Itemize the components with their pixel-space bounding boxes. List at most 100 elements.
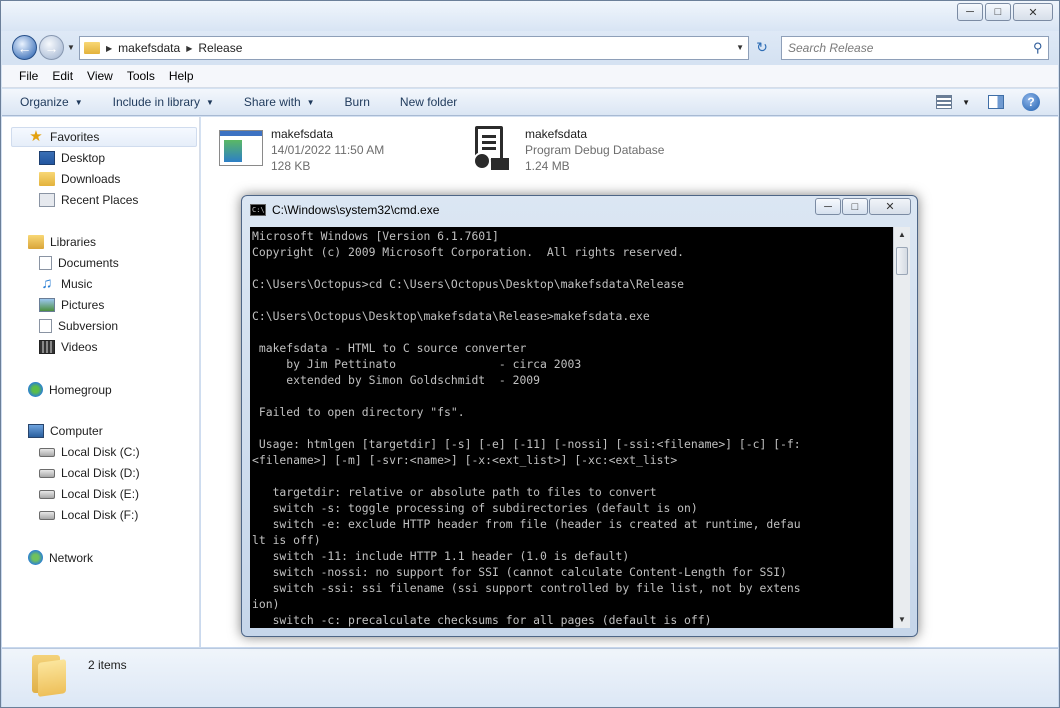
cmd-close-button[interactable]: ✕	[869, 198, 911, 215]
nav-label: Favorites	[50, 130, 100, 144]
nav-computer[interactable]: Computer	[28, 424, 103, 438]
burn-button[interactable]: Burn	[345, 95, 370, 109]
item-count: 2 items	[88, 658, 127, 672]
cmd-maximize-button[interactable]: □	[842, 198, 868, 215]
search-icon[interactable]: ⚲	[1033, 40, 1054, 56]
computer-icon	[28, 424, 44, 438]
desktop-icon	[39, 151, 55, 165]
nav-label: Libraries	[50, 235, 97, 249]
nav-documents[interactable]: Documents	[39, 256, 119, 270]
navigation-pane: ★ Favorites Desktop Downloads Recent Plac…	[2, 117, 200, 647]
breadcrumb-makefsdata[interactable]: makefsdata	[118, 41, 180, 55]
chevron-right-icon[interactable]: ▶	[186, 44, 192, 53]
nav-libraries[interactable]: Libraries	[28, 235, 96, 249]
nav-pictures[interactable]: Pictures	[39, 298, 104, 312]
view-icon	[936, 95, 953, 109]
downloads-icon	[39, 172, 55, 186]
close-button[interactable]: ✕	[1013, 3, 1053, 21]
new-folder-button[interactable]: New folder	[400, 95, 457, 109]
file-name: makefsdata	[271, 127, 334, 141]
nav-label: Local Disk (F:)	[61, 508, 139, 522]
address-row: ← → ▼ ▶ makefsdata ▶ Release ▼ ↻ Search …	[1, 32, 1059, 64]
music-icon: ♫	[41, 275, 53, 292]
nav-downloads[interactable]: Downloads	[39, 172, 120, 186]
chevron-down-icon[interactable]: ▼	[736, 43, 744, 52]
organize-button[interactable]: Organize ▼	[20, 95, 83, 109]
console-scrollbar[interactable]: ▲ ▼	[893, 227, 910, 628]
nav-desktop[interactable]: Desktop	[39, 151, 105, 165]
chevron-right-icon[interactable]: ▶	[106, 44, 112, 53]
search-input[interactable]: Search Release	[781, 36, 1049, 60]
file-size: 1.24 MB	[525, 159, 570, 173]
file-item-pdb[interactable]: makefsdata Program Debug Database 1.24 M…	[473, 126, 664, 174]
document-icon	[39, 256, 52, 270]
menu-help[interactable]: Help	[162, 69, 201, 83]
disk-icon	[39, 510, 55, 520]
nav-disk-d[interactable]: Local Disk (D:)	[39, 466, 140, 480]
scroll-down-icon[interactable]: ▼	[894, 612, 910, 628]
cmd-minimize-button[interactable]: ─	[815, 198, 841, 215]
menu-edit[interactable]: Edit	[45, 69, 80, 83]
nav-disk-f[interactable]: Local Disk (F:)	[39, 508, 138, 522]
preview-pane-icon[interactable]	[988, 95, 1004, 109]
arrow-right-icon: →	[44, 39, 59, 56]
network-icon	[28, 550, 43, 565]
nav-disk-c[interactable]: Local Disk (C:)	[39, 445, 140, 459]
nav-label: Local Disk (E:)	[61, 487, 140, 501]
nav-label: Documents	[58, 256, 119, 270]
maximize-button[interactable]: □	[985, 3, 1011, 21]
chevron-down-icon: ▼	[306, 97, 315, 107]
organize-label: Organize	[20, 95, 69, 109]
nav-homegroup[interactable]: Homegroup	[28, 382, 112, 397]
minimize-button[interactable]: ─	[957, 3, 983, 21]
nav-favorites[interactable]: ★ Favorites	[11, 127, 197, 147]
disk-icon	[39, 468, 55, 478]
cmd-title-bar[interactable]: C:\ C:\Windows\system32\cmd.exe	[250, 203, 439, 217]
recent-pages-dropdown[interactable]: ▼	[67, 43, 75, 52]
refresh-icon[interactable]: ↻	[752, 39, 772, 57]
star-icon: ★	[29, 128, 43, 145]
command-bar-right: ▼ ?	[936, 93, 1040, 111]
folder-icon	[84, 42, 100, 54]
menu-file[interactable]: File	[12, 69, 45, 83]
help-icon[interactable]: ?	[1022, 93, 1040, 111]
nav-recent-places[interactable]: Recent Places	[39, 193, 138, 207]
include-label: Include in library	[112, 95, 200, 109]
address-bar[interactable]: ▶ makefsdata ▶ Release ▼	[79, 36, 749, 60]
nav-subversion[interactable]: Subversion	[39, 319, 118, 333]
file-item-exe[interactable]: makefsdata 14/01/2022 11:50 AM 128 KB	[219, 126, 384, 174]
chevron-down-icon: ▼	[74, 97, 83, 107]
menu-view[interactable]: View	[80, 69, 120, 83]
nav-label: Desktop	[61, 151, 106, 165]
cmd-window[interactable]: C:\ C:\Windows\system32\cmd.exe ─ □ ✕ Mi…	[241, 195, 918, 637]
scroll-up-icon[interactable]: ▲	[894, 227, 910, 243]
window-controls: ─ □ ✕	[957, 3, 1053, 21]
application-icon	[219, 130, 263, 166]
nav-label: Computer	[50, 424, 103, 438]
nav-label: Videos	[61, 340, 98, 354]
change-view-button[interactable]: ▼	[936, 95, 970, 109]
back-button[interactable]: ←	[12, 35, 37, 60]
command-bar: Organize ▼ Include in library ▼ Share with…	[2, 89, 1058, 116]
nav-label: Recent Places	[61, 193, 139, 207]
console-output-area[interactable]: Microsoft Windows [Version 6.1.7601] Cop…	[250, 227, 893, 628]
nav-label: Network	[49, 550, 94, 565]
disk-icon	[39, 447, 55, 457]
nav-network[interactable]: Network	[28, 550, 93, 565]
scroll-thumb[interactable]	[896, 247, 908, 275]
breadcrumb-release[interactable]: Release	[198, 41, 242, 55]
share-with-button[interactable]: Share with ▼	[244, 95, 315, 109]
nav-label: Downloads	[61, 172, 121, 186]
forward-button[interactable]: →	[39, 35, 64, 60]
include-in-library-button[interactable]: Include in library ▼	[113, 95, 214, 109]
nav-music[interactable]: ♫ Music	[39, 275, 92, 292]
menu-tools[interactable]: Tools	[120, 69, 162, 83]
nav-disk-e[interactable]: Local Disk (E:)	[39, 487, 139, 501]
title-bar[interactable]: ─ □ ✕	[1, 1, 1059, 31]
disk-icon	[39, 489, 55, 499]
pictures-icon	[39, 298, 55, 312]
file-date: 14/01/2022 11:50 AM	[271, 143, 385, 157]
details-pane: 2 items	[2, 648, 1058, 707]
nav-videos[interactable]: Videos	[39, 340, 97, 354]
background-ghost	[1, 1, 881, 31]
